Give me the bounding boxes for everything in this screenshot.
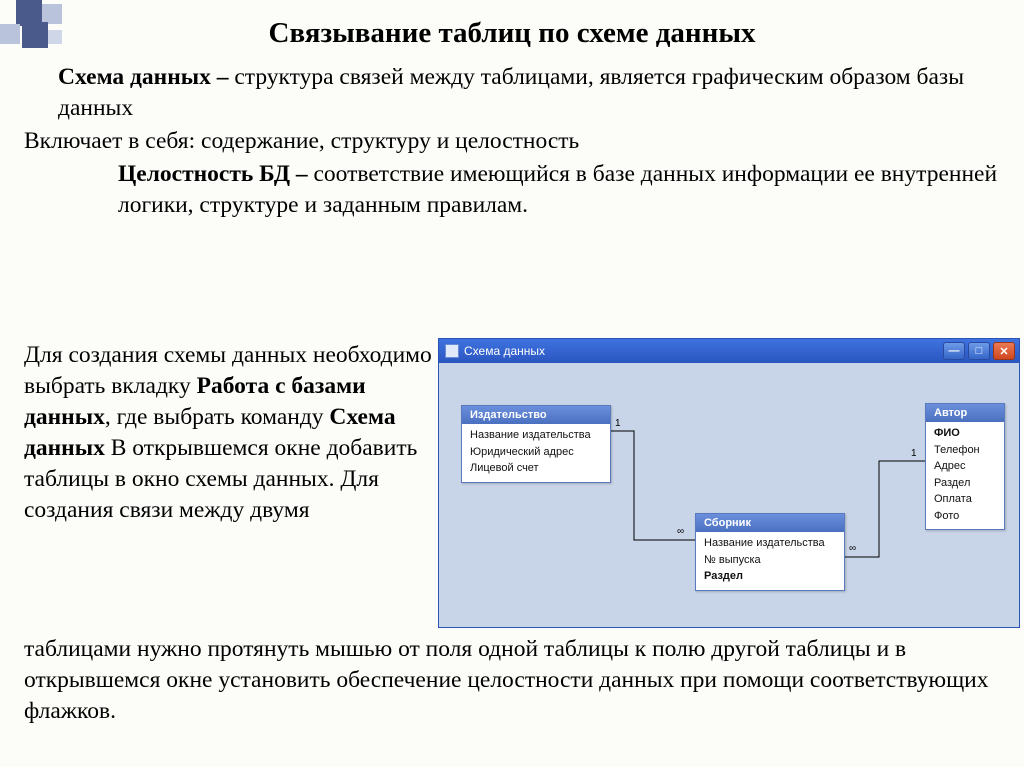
slide-title: Связывание таблиц по схеме данных (24, 14, 1000, 52)
field[interactable]: Адрес (934, 458, 996, 475)
cardinality-many: ∞ (677, 526, 684, 537)
field[interactable]: Телефон (934, 442, 996, 459)
cardinality-many: ∞ (849, 543, 856, 554)
schema-canvas[interactable]: 1 ∞ ∞ 1 Издательство Название издательст… (439, 363, 1019, 627)
table-publisher[interactable]: Издательство Название издательства Юриди… (461, 405, 611, 483)
definition-schema: Схема данных – структура связей между та… (24, 62, 1000, 124)
relationships-icon (445, 344, 459, 358)
field[interactable]: Название издательства (470, 427, 602, 444)
schema-window: Схема данных — □ ✕ 1 ∞ ∞ 1 Издательство … (438, 338, 1020, 628)
table-header: Сборник (696, 514, 844, 532)
maximize-button[interactable]: □ (968, 342, 990, 360)
table-header: Издательство (462, 406, 610, 424)
field[interactable]: Фото (934, 508, 996, 525)
field[interactable]: Лицевой счет (470, 460, 602, 477)
instructions-upper: Для создания схемы данных необходимо выб… (24, 340, 434, 526)
field[interactable]: Оплата (934, 491, 996, 508)
field[interactable]: Юридический адрес (470, 444, 602, 461)
includes-line: Включает в себя: содержание, структуру и… (24, 126, 1000, 157)
instructions-lower: таблицами нужно протянуть мышью от поля … (24, 634, 1009, 727)
field[interactable]: ФИО (934, 425, 996, 442)
field[interactable]: Раздел (704, 568, 836, 585)
close-button[interactable]: ✕ (993, 342, 1015, 360)
table-collection[interactable]: Сборник Название издательства № выпуска … (695, 513, 845, 591)
cardinality-one: 1 (615, 418, 621, 429)
minimize-button[interactable]: — (943, 342, 965, 360)
table-header: Автор (926, 404, 1004, 422)
table-author[interactable]: Автор ФИО Телефон Адрес Раздел Оплата Фо… (925, 403, 1005, 530)
field[interactable]: Название издательства (704, 535, 836, 552)
window-titlebar[interactable]: Схема данных — □ ✕ (439, 339, 1019, 363)
field[interactable]: Раздел (934, 475, 996, 492)
cardinality-one: 1 (911, 448, 917, 459)
slide-decoration (0, 0, 90, 70)
definition-integrity: Целостность БД – соответствие имеющийся … (24, 159, 1000, 221)
field[interactable]: № выпуска (704, 552, 836, 569)
window-title: Схема данных (464, 344, 545, 358)
